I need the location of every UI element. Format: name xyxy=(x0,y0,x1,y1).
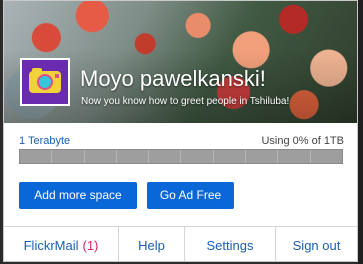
storage-progress-bar xyxy=(19,149,343,164)
bar-segment xyxy=(20,150,53,163)
window-edge xyxy=(358,0,363,264)
flickrmail-link[interactable]: FlickrMail (1) xyxy=(4,227,119,261)
avatar[interactable] xyxy=(20,58,70,106)
add-more-space-button[interactable]: Add more space xyxy=(19,182,137,209)
bar-segment xyxy=(52,150,85,163)
bar-segment xyxy=(117,150,150,163)
bar-segment xyxy=(149,150,182,163)
greeting-subtitle: Now you know how to greet people in Tshi… xyxy=(81,96,290,107)
bar-segment xyxy=(246,150,279,163)
camera-flash-icon xyxy=(55,74,59,78)
bar-segment xyxy=(278,150,311,163)
bar-segment xyxy=(181,150,214,163)
greeting-title: Moyo pawelkanski! xyxy=(80,66,266,91)
help-link[interactable]: Help xyxy=(119,227,185,261)
settings-link[interactable]: Settings xyxy=(185,227,276,261)
storage-usage-text: Using 0% of 1TB xyxy=(261,135,344,147)
bar-segment xyxy=(85,150,117,163)
storage-plan-link[interactable]: 1 Terabyte xyxy=(19,135,70,147)
footer-nav: FlickrMail (1) Help Settings Sign out xyxy=(4,226,357,261)
go-ad-free-button[interactable]: Go Ad Free xyxy=(147,182,234,209)
account-menu-card: Moyo pawelkanski! Now you know how to gr… xyxy=(3,0,358,262)
bar-segment xyxy=(311,150,342,163)
camera-lens-icon xyxy=(37,74,53,90)
flickrmail-label: FlickrMail xyxy=(23,238,79,253)
sign-out-link[interactable]: Sign out xyxy=(276,227,357,261)
bar-segment xyxy=(214,150,247,163)
mail-count-badge: (1) xyxy=(82,238,99,253)
